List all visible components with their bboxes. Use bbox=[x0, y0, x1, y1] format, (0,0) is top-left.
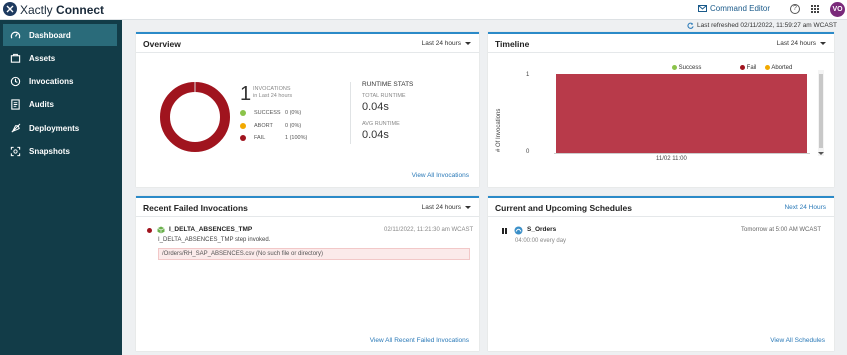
failed-invocation-time: 02/11/2022, 11:21:30 am WCAST bbox=[384, 227, 474, 233]
schedule-name[interactable]: S_Orders bbox=[527, 226, 556, 233]
pause-icon[interactable] bbox=[502, 228, 504, 234]
sidebar-item-invocations[interactable]: Invocations bbox=[3, 70, 117, 92]
refresh-icon bbox=[687, 22, 694, 29]
total-runtime-label: TOTAL RUNTIME bbox=[362, 93, 406, 99]
legend-fail-dot bbox=[740, 65, 745, 70]
legend-aborted-dot bbox=[765, 65, 770, 70]
invocations-label: INVOCATIONS bbox=[253, 86, 291, 92]
fail-status-dot bbox=[147, 228, 152, 233]
view-all-failed-link[interactable]: View All Recent Failed Invocations bbox=[370, 337, 469, 344]
abort-value: 0 (0%) bbox=[285, 123, 302, 129]
success-label: SUCCESS bbox=[254, 110, 281, 116]
legend-success: Success bbox=[672, 65, 701, 71]
scroll-down-icon[interactable] bbox=[818, 152, 824, 155]
fail-value: 1 (100%) bbox=[285, 135, 308, 141]
failed-title: Recent Failed Invocations bbox=[143, 203, 248, 213]
brand-name: Xactly Connect bbox=[20, 3, 105, 17]
snapshots-icon bbox=[10, 146, 21, 156]
sidebar-item-audits[interactable]: Audits bbox=[3, 93, 117, 115]
runtime-stats-title: RUNTIME STATS bbox=[362, 81, 414, 88]
schedules-title: Current and Upcoming Schedules bbox=[495, 203, 632, 213]
timeline-bar-fail[interactable] bbox=[556, 74, 807, 153]
asset-cube-icon bbox=[157, 226, 165, 234]
schedule-flow-icon bbox=[514, 226, 523, 235]
failed-invocation-message: I_DELTA_ABSENCES_TMP step invoked. bbox=[158, 237, 271, 243]
timeline-scrollbar[interactable] bbox=[818, 70, 824, 156]
view-all-invocations-link[interactable]: View All Invocations bbox=[412, 172, 469, 179]
fail-row bbox=[240, 135, 246, 142]
x-tick-label: 11/02 11:00 bbox=[656, 156, 687, 162]
fail-dot bbox=[240, 135, 246, 142]
last-refreshed[interactable]: Last refreshed 02/11/2022, 11:59:27 am W… bbox=[687, 22, 837, 29]
success-dot bbox=[240, 110, 246, 117]
apps-grid-icon[interactable] bbox=[811, 5, 819, 13]
success-value: 0 (0%) bbox=[285, 110, 302, 116]
invocations-donut-chart bbox=[160, 82, 230, 152]
user-avatar[interactable]: VO bbox=[830, 2, 845, 17]
abort-label: ABORT bbox=[254, 123, 273, 129]
schedule-recurrence: 04:00:00 every day bbox=[515, 238, 567, 244]
error-message: /Orders/RH_SAP_ABSENCES.csv (No such fil… bbox=[162, 251, 324, 257]
legend-fail: Fail bbox=[740, 65, 756, 71]
overview-range-select[interactable]: Last 24 hours bbox=[422, 40, 471, 47]
command-editor-link[interactable]: Command Editor bbox=[698, 4, 770, 13]
invocations-sub: in Last 24 hours bbox=[253, 93, 293, 99]
schedules-card: Current and Upcoming Schedules Next 24 H… bbox=[488, 196, 834, 351]
audits-icon bbox=[11, 98, 20, 110]
overview-card: Overview Last 24 hours 1 INVOCATIONS in … bbox=[136, 32, 479, 187]
top-bar: Xactly Connect Command Editor ? VO bbox=[0, 0, 847, 20]
envelope-icon bbox=[698, 5, 707, 12]
legend-aborted: Aborted bbox=[765, 65, 792, 71]
assets-icon bbox=[10, 53, 21, 63]
failed-range-select[interactable]: Last 24 hours bbox=[422, 204, 471, 211]
sidebar-item-deployments[interactable]: Deployments bbox=[3, 117, 117, 139]
avg-runtime-label: AVG RUNTIME bbox=[362, 121, 400, 127]
help-icon[interactable]: ? bbox=[790, 4, 800, 14]
y-tick-0: 0 bbox=[526, 149, 530, 155]
legend-success-dot bbox=[672, 65, 677, 70]
sidebar: Dashboard Assets Invocations Audits Depl… bbox=[0, 20, 122, 355]
sidebar-item-assets[interactable]: Assets bbox=[3, 47, 117, 69]
sidebar-item-dashboard[interactable]: Dashboard bbox=[3, 24, 117, 46]
next-24-hours-link[interactable]: Next 24 Hours bbox=[784, 204, 826, 211]
success-row bbox=[240, 110, 246, 117]
rocket-icon bbox=[11, 123, 21, 133]
avg-runtime-value: 0.04s bbox=[362, 129, 389, 141]
abort-dot bbox=[240, 123, 246, 130]
y-tick-1: 1 bbox=[526, 72, 530, 78]
error-box: /Orders/RH_SAP_ABSENCES.csv (No such fil… bbox=[158, 248, 470, 260]
xactly-logo-icon bbox=[3, 2, 17, 16]
timeline-title: Timeline bbox=[495, 39, 530, 49]
failed-invocations-card: Recent Failed Invocations Last 24 hours … bbox=[136, 196, 479, 351]
x-axis-line bbox=[554, 153, 810, 154]
timeline-card: Timeline Last 24 hours Success Fail Abor… bbox=[488, 32, 834, 187]
failed-invocation-name[interactable]: I_DELTA_ABSENCES_TMP bbox=[169, 226, 252, 233]
total-runtime-value: 0.04s bbox=[362, 101, 389, 113]
invocations-count: 1 bbox=[240, 83, 252, 105]
fail-label: FAIL bbox=[254, 135, 266, 141]
y-axis-label: # Of Invocations bbox=[496, 108, 502, 152]
timeline-range-select[interactable]: Last 24 hours bbox=[777, 40, 826, 47]
abort-row bbox=[240, 123, 246, 130]
overview-title: Overview bbox=[143, 39, 181, 49]
sidebar-item-snapshots[interactable]: Snapshots bbox=[3, 140, 117, 162]
invocations-icon bbox=[10, 76, 21, 86]
schedule-next-run: Tomorrow at 5:00 AM WCAST bbox=[741, 227, 822, 233]
view-all-schedules-link[interactable]: View All Schedules bbox=[770, 337, 825, 344]
dashboard-icon bbox=[10, 31, 21, 39]
